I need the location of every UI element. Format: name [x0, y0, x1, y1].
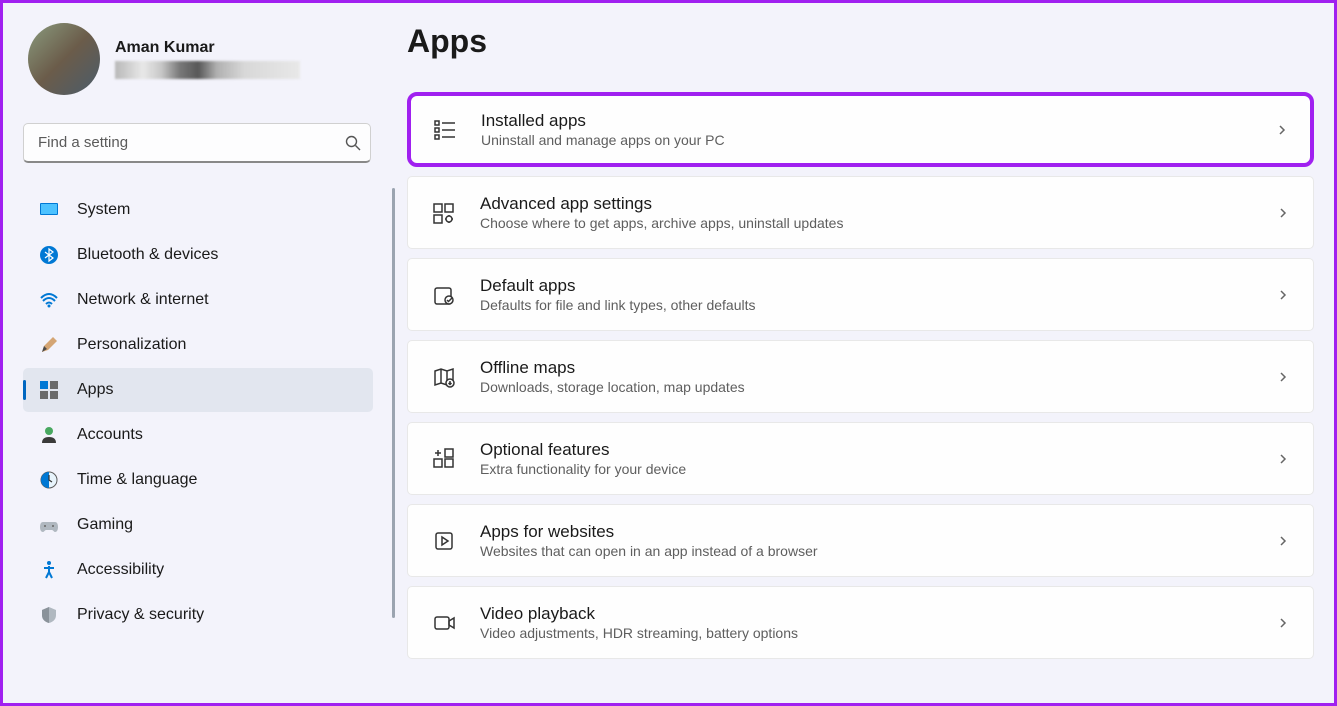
privacy-icon — [39, 605, 59, 625]
sidebar-item-privacy[interactable]: Privacy & security — [23, 593, 373, 637]
gaming-icon — [39, 515, 59, 535]
optional-features-icon — [432, 447, 456, 471]
profile-section[interactable]: Aman Kumar — [23, 23, 373, 95]
sidebar-item-label: Privacy & security — [77, 606, 204, 624]
installed-apps-icon — [433, 118, 457, 142]
sidebar-item-label: Bluetooth & devices — [77, 246, 218, 264]
apps-icon — [39, 380, 59, 400]
time-icon — [39, 470, 59, 490]
offline-maps-icon — [432, 365, 456, 389]
sidebar-item-accessibility[interactable]: Accessibility — [23, 548, 373, 592]
sidebar-item-bluetooth[interactable]: Bluetooth & devices — [23, 233, 373, 277]
chevron-right-icon — [1277, 289, 1289, 301]
chevron-right-icon — [1276, 124, 1288, 136]
avatar — [28, 23, 100, 95]
sidebar-item-label: Time & language — [77, 471, 197, 489]
accessibility-icon — [39, 560, 59, 580]
card-offline-maps[interactable]: Offline maps Downloads, storage location… — [407, 340, 1314, 413]
card-video-playback[interactable]: Video playback Video adjustments, HDR st… — [407, 586, 1314, 659]
chevron-right-icon — [1277, 453, 1289, 465]
card-title: Apps for websites — [480, 522, 1253, 542]
card-title: Default apps — [480, 276, 1253, 296]
nav-list: System Bluetooth & devices Network & int… — [23, 188, 373, 637]
profile-name: Aman Kumar — [115, 39, 300, 57]
card-desc: Extra functionality for your device — [480, 461, 1253, 477]
sidebar-item-label: Network & internet — [77, 291, 209, 309]
video-playback-icon — [432, 611, 456, 635]
sidebar-item-label: Accounts — [77, 426, 143, 444]
default-apps-icon — [432, 283, 456, 307]
chevron-right-icon — [1277, 617, 1289, 629]
page-title: Apps — [407, 23, 1314, 60]
card-title: Offline maps — [480, 358, 1253, 378]
card-apps-for-websites[interactable]: Apps for websites Websites that can open… — [407, 504, 1314, 577]
sidebar-item-system[interactable]: System — [23, 188, 373, 232]
sidebar-item-label: Gaming — [77, 516, 133, 534]
sidebar-item-label: Accessibility — [77, 561, 164, 579]
sidebar-item-apps[interactable]: Apps — [23, 368, 373, 412]
sidebar-item-label: Apps — [77, 381, 113, 399]
chevron-right-icon — [1277, 535, 1289, 547]
card-title: Optional features — [480, 440, 1253, 460]
card-installed-apps[interactable]: Installed apps Uninstall and manage apps… — [407, 92, 1314, 167]
card-title: Installed apps — [481, 111, 1252, 131]
card-desc: Defaults for file and link types, other … — [480, 297, 1253, 313]
sidebar-item-time[interactable]: Time & language — [23, 458, 373, 502]
accounts-icon — [39, 425, 59, 445]
search-icon — [345, 135, 361, 151]
chevron-right-icon — [1277, 207, 1289, 219]
network-icon — [39, 290, 59, 310]
card-optional-features[interactable]: Optional features Extra functionality fo… — [407, 422, 1314, 495]
sidebar-item-label: Personalization — [77, 336, 186, 354]
card-desc: Websites that can open in an app instead… — [480, 543, 1253, 559]
card-desc: Downloads, storage location, map updates — [480, 379, 1253, 395]
chevron-right-icon — [1277, 371, 1289, 383]
sidebar-item-network[interactable]: Network & internet — [23, 278, 373, 322]
bluetooth-icon — [39, 245, 59, 265]
card-desc: Choose where to get apps, archive apps, … — [480, 215, 1253, 231]
search-input[interactable] — [23, 123, 371, 163]
advanced-settings-icon — [432, 201, 456, 225]
card-desc: Uninstall and manage apps on your PC — [481, 132, 1252, 148]
card-title: Video playback — [480, 604, 1253, 624]
system-icon — [39, 200, 59, 220]
sidebar-item-personalization[interactable]: Personalization — [23, 323, 373, 367]
sidebar-item-gaming[interactable]: Gaming — [23, 503, 373, 547]
apps-websites-icon — [432, 529, 456, 553]
card-default-apps[interactable]: Default apps Defaults for file and link … — [407, 258, 1314, 331]
card-title: Advanced app settings — [480, 194, 1253, 214]
sidebar-item-accounts[interactable]: Accounts — [23, 413, 373, 457]
sidebar-item-label: System — [77, 201, 130, 219]
card-desc: Video adjustments, HDR streaming, batter… — [480, 625, 1253, 641]
profile-email-blurred — [115, 61, 300, 79]
personalization-icon — [39, 335, 59, 355]
scrollbar[interactable] — [392, 188, 395, 618]
card-advanced-app-settings[interactable]: Advanced app settings Choose where to ge… — [407, 176, 1314, 249]
